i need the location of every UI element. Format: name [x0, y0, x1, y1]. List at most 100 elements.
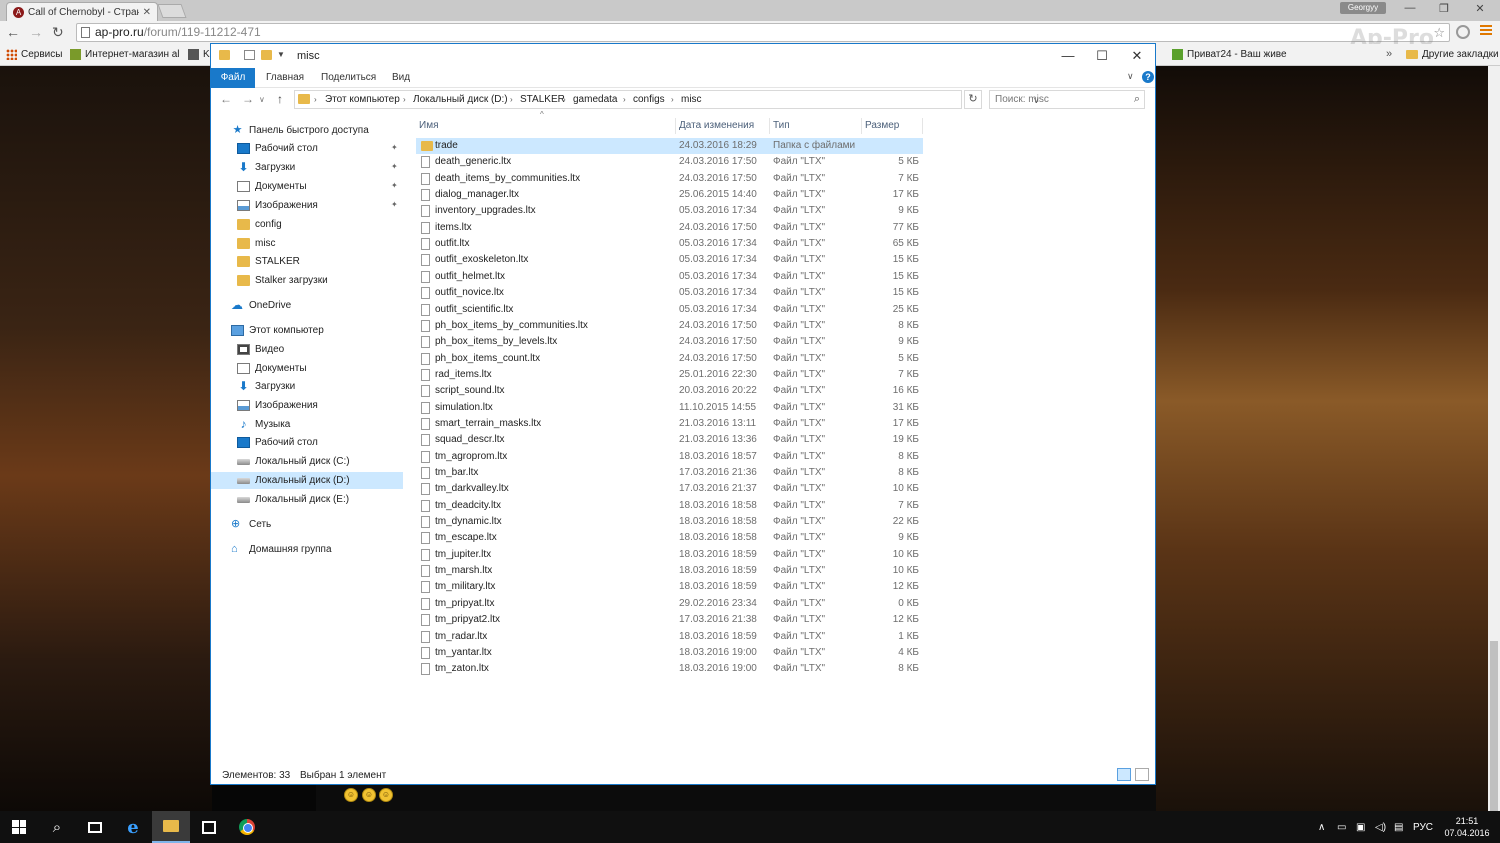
table-row[interactable]: tm_pripyat.ltx 29.02.2016 23:34 Файл "LTX"… [416, 596, 923, 612]
up-arrow-icon[interactable]: ↑ [277, 92, 283, 106]
column-header-name[interactable]: Имя [416, 118, 676, 134]
table-row[interactable]: tm_darkvalley.ltx 17.03.2016 21:37 Файл "L… [416, 481, 923, 497]
nav-item[interactable]: config [211, 216, 403, 233]
table-row[interactable]: tm_agroprom.ltx 18.03.2016 18:57 Файл "LTX… [416, 449, 923, 465]
table-row[interactable]: inventory_upgrades.ltx 05.03.2016 17:34 Фа… [416, 203, 923, 219]
start-button[interactable] [0, 811, 38, 843]
file-explorer-button[interactable] [152, 811, 190, 843]
table-row[interactable]: tm_deadcity.ltx 18.03.2016 18:58 Файл "LTX… [416, 498, 923, 514]
nav-item[interactable]: Рабочий стол ✦ [211, 140, 403, 157]
column-header-size[interactable]: Размер [862, 118, 923, 134]
search-input[interactable]: Поиск: misc ⌕ [989, 90, 1145, 109]
bookmark-shop[interactable]: Интернет-магазин al [70, 49, 180, 60]
table-row[interactable]: outfit_scientific.ltx 05.03.2016 17:34 Фай… [416, 302, 923, 318]
breadcrumb[interactable]: › Этот компьютер › Локальный диск (D:) ›… [294, 90, 1040, 109]
crumb-configs[interactable]: configs [633, 91, 665, 108]
smiley-icon[interactable]: ☺ [344, 788, 358, 802]
table-row[interactable]: tm_bar.ltx 17.03.2016 21:36 Файл "LTX" 8 КБ [416, 465, 923, 481]
smiley-icon[interactable]: ☺ [362, 788, 376, 802]
tab-home[interactable]: Главная [266, 72, 304, 83]
nav-item[interactable]: Локальный диск (C:) [211, 453, 403, 470]
table-row[interactable]: ph_box_items_count.ltx 24.03.2016 17:50 Фа… [416, 351, 923, 367]
table-row[interactable]: outfit_helmet.ltx 05.03.2016 17:34 Файл "L… [416, 269, 923, 285]
table-row[interactable]: squad_descr.ltx 21.03.2016 13:36 Файл "LTX… [416, 432, 923, 448]
crumb-drive-d[interactable]: Локальный диск (D:) [413, 91, 508, 108]
table-row[interactable]: simulation.ltx 11.10.2015 14:55 Файл "LTX"… [416, 400, 923, 416]
table-row[interactable]: outfit_novice.ltx 05.03.2016 17:34 Файл "L… [416, 285, 923, 301]
tray-overflow-icon[interactable]: ∧ [1318, 811, 1325, 843]
table-row[interactable]: script_sound.ltx 20.03.2016 20:22 Файл "LT… [416, 383, 923, 399]
nav-item[interactable]: ⌂ Домашняя группа [211, 541, 403, 558]
chevron-right-icon[interactable]: › [510, 91, 513, 108]
table-row[interactable]: tm_marsh.ltx 18.03.2016 18:59 Файл "LTX" 10… [416, 563, 923, 579]
table-row[interactable]: trade 24.03.2016 18:29 Папка с файлами [416, 138, 923, 154]
nav-item[interactable]: ★ Панель быстрого доступа [211, 122, 403, 139]
table-row[interactable]: tm_dynamic.ltx 18.03.2016 18:58 Файл "LTX"… [416, 514, 923, 530]
reload-icon[interactable]: ↻ [52, 24, 64, 41]
chevron-right-icon[interactable]: › [671, 91, 674, 108]
bookmark-star-icon[interactable]: ☆ [1433, 24, 1445, 41]
nav-item[interactable]: ⬇ Загрузки [211, 378, 403, 395]
nav-item[interactable]: Документы ✦ [211, 178, 403, 195]
table-row[interactable]: smart_terrain_masks.ltx 21.03.2016 13:11 Ф… [416, 416, 923, 432]
recent-locations-icon[interactable]: ∨ [259, 95, 265, 104]
nav-item[interactable]: misc [211, 235, 403, 252]
table-row[interactable]: tm_yantar.ltx 18.03.2016 19:00 Файл "LTX" 4… [416, 645, 923, 661]
table-row[interactable]: tm_military.ltx 18.03.2016 18:59 Файл "LTX… [416, 579, 923, 595]
clock[interactable]: 21:51 07.04.2016 [1438, 815, 1496, 839]
chevron-right-icon[interactable]: › [403, 91, 406, 108]
chrome-menu-icon[interactable] [1480, 25, 1492, 37]
nav-item[interactable]: Рабочий стол [211, 434, 403, 451]
volume-icon[interactable]: ◁) [1375, 811, 1386, 843]
tab-close-icon[interactable]: ✕ [143, 7, 151, 18]
table-row[interactable]: rad_items.ltx 25.01.2016 22:30 Файл "LTX" 7… [416, 367, 923, 383]
forward-arrow-icon[interactable]: → [29, 24, 43, 40]
bookmark-services[interactable]: Сервисы [6, 49, 62, 60]
properties-icon[interactable] [244, 50, 255, 60]
crumb-misc[interactable]: misc [681, 91, 702, 108]
other-bookmarks[interactable]: Другие закладки [1406, 49, 1499, 60]
chevron-right-icon[interactable]: › [623, 91, 626, 108]
column-header-date[interactable]: Дата изменения [676, 118, 770, 134]
table-row[interactable]: tm_jupiter.ltx 18.03.2016 18:59 Файл "LTX"… [416, 547, 923, 563]
tab-view[interactable]: Вид [392, 72, 410, 83]
nav-item[interactable]: ⊕ Сеть [211, 516, 403, 533]
table-row[interactable]: dialog_manager.ltx 25.06.2015 14:40 Файл "… [416, 187, 923, 203]
tab-share[interactable]: Поделиться [321, 72, 376, 83]
nav-item[interactable]: Stalker загрузки [211, 272, 403, 289]
crumb-gamedata[interactable]: gamedata [573, 91, 617, 108]
maximize-icon[interactable]: ☐ [1085, 46, 1119, 66]
nav-item[interactable]: ⬇ Загрузки ✦ [211, 159, 403, 176]
table-row[interactable]: outfit_exoskeleton.ltx 05.03.2016 17:34 Фа… [416, 252, 923, 268]
nav-item[interactable]: Видео [211, 341, 403, 358]
nav-item[interactable]: Изображения ✦ [211, 197, 403, 214]
table-row[interactable]: ph_box_items_by_levels.ltx 24.03.2016 17:… [416, 334, 923, 350]
table-row[interactable]: tm_escape.ltx 18.03.2016 18:58 Файл "LTX" 9… [416, 530, 923, 546]
bookmark-k[interactable]: K [188, 49, 210, 60]
nav-item[interactable]: Этот компьютер [211, 322, 403, 339]
close-icon[interactable]: ✕ [1120, 46, 1154, 66]
page-scrollbar[interactable] [1488, 66, 1500, 821]
quick-access-dropdown-icon[interactable]: ▼ [277, 50, 285, 59]
large-icons-view-icon[interactable] [1135, 768, 1149, 781]
refresh-button[interactable]: ↻ [964, 90, 982, 109]
profile-badge[interactable]: Georgyy [1340, 2, 1386, 14]
table-row[interactable]: ph_box_items_by_communities.ltx 24.03.201… [416, 318, 923, 334]
details-view-icon[interactable] [1117, 768, 1131, 781]
tab-file[interactable]: Файл [211, 68, 255, 88]
new-tab-button[interactable] [157, 4, 187, 18]
minimize-icon[interactable]: — [1400, 2, 1420, 14]
forward-arrow-icon[interactable]: → [242, 92, 254, 106]
table-row[interactable]: tm_radar.ltx 18.03.2016 18:59 Файл "LTX" 1 … [416, 629, 923, 645]
chevron-right-icon[interactable]: › [563, 91, 566, 108]
keyboard-icon[interactable]: ▤ [1394, 811, 1403, 843]
column-header-type[interactable]: Тип [770, 118, 862, 134]
extension-icon[interactable] [1456, 25, 1470, 39]
address-bar[interactable]: ap-pro.ru/forum/119-11212-471 ☆ [76, 23, 1450, 42]
browser-tab[interactable]: A Call of Chernobyl - Стран ✕ [6, 2, 158, 21]
nav-item[interactable]: Изображения [211, 397, 403, 414]
chevron-right-icon[interactable]: › [314, 91, 317, 108]
table-row[interactable]: tm_pripyat2.ltx 17.03.2016 21:38 Файл "LTX… [416, 612, 923, 628]
monitor-icon[interactable]: ▣ [1356, 811, 1365, 843]
task-view-button[interactable] [76, 811, 114, 843]
